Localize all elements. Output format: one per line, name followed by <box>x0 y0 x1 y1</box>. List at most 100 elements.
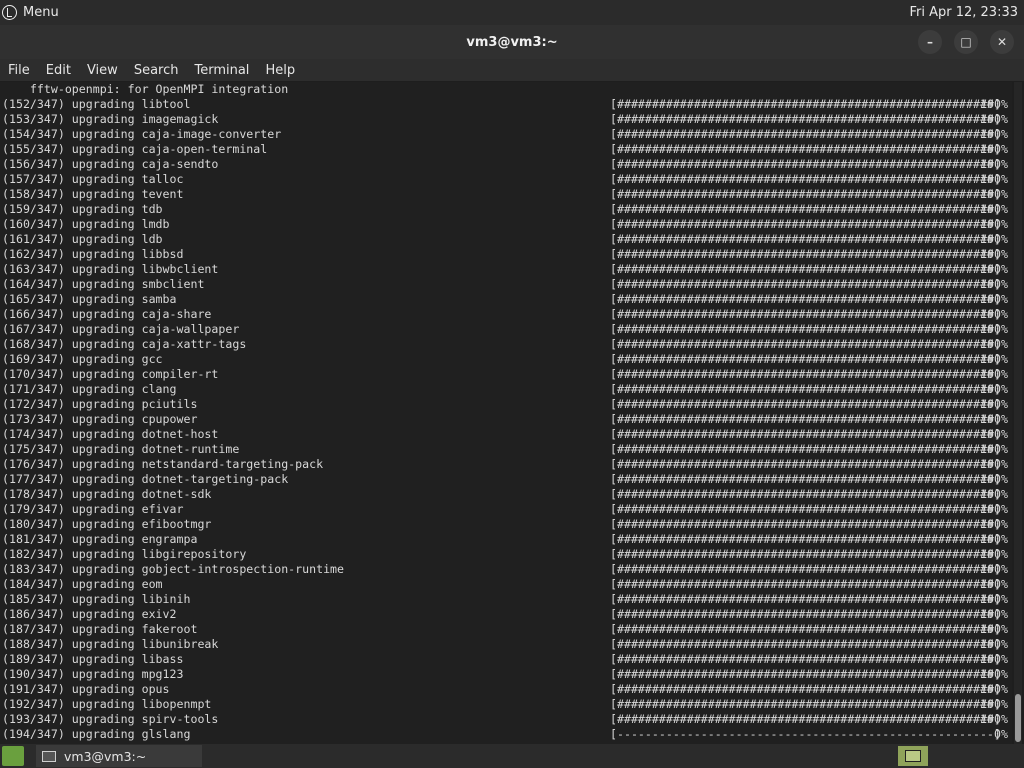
progress-percent: 100% <box>980 292 1008 306</box>
package-label: (152/347) upgrading libtool <box>2 97 191 111</box>
terminal-line: (173/347) upgrading cpupower [###########… <box>0 412 1012 427</box>
terminal-line: (176/347) upgrading netstandard-targetin… <box>0 457 1012 472</box>
progress-percent: 100% <box>980 592 1008 606</box>
progress-percent: 100% <box>980 427 1008 441</box>
workspace-switcher[interactable] <box>898 746 928 766</box>
menu-button[interactable]: Menu <box>0 5 59 20</box>
terminal-line: (160/347) upgrading lmdb [###############… <box>0 217 1012 232</box>
progress-percent: 100% <box>980 547 1008 561</box>
terminal-line: (155/347) upgrading caja-open-terminal [#… <box>0 142 1012 157</box>
package-label: (160/347) upgrading lmdb <box>2 217 170 231</box>
progress-bar-text: [#######################################… <box>610 532 1001 546</box>
progress-bar-text: [#######################################… <box>610 277 1001 291</box>
progress-bar-text: [#######################################… <box>610 127 1001 141</box>
progress-bar-text: [#######################################… <box>610 712 1001 726</box>
progress-bar-text: [#######################################… <box>610 142 1001 156</box>
terminal-line: (178/347) upgrading dotnet-sdk [#########… <box>0 487 1012 502</box>
clock[interactable]: Fri Apr 12, 23:33 <box>909 5 1024 20</box>
progress-percent: 100% <box>980 412 1008 426</box>
menu-help[interactable]: Help <box>257 63 303 78</box>
progress-percent: 100% <box>980 637 1008 651</box>
package-label: (153/347) upgrading imagemagick <box>2 112 219 126</box>
progress-bar-text: [#######################################… <box>610 682 1001 696</box>
terminal-output[interactable]: fftw-openmpi: for OpenMPI integration (1… <box>0 82 1012 744</box>
progress-percent: 100% <box>980 337 1008 351</box>
progress-percent: 100% <box>980 577 1008 591</box>
progress-bar-text: [#######################################… <box>610 427 1001 441</box>
package-label: (187/347) upgrading fakeroot <box>2 622 198 636</box>
maximize-button[interactable]: □ <box>954 30 978 54</box>
package-label: (180/347) upgrading efibootmgr <box>2 517 212 531</box>
minimize-button[interactable]: – <box>918 30 942 54</box>
terminal-window-icon <box>42 750 56 762</box>
taskbar-window-button[interactable]: vm3@vm3:~ <box>36 745 202 767</box>
progress-percent: 100% <box>980 472 1008 486</box>
terminal-line: (170/347) upgrading compiler-rt [########… <box>0 367 1012 382</box>
package-label: (191/347) upgrading opus <box>2 682 170 696</box>
progress-percent: 100% <box>980 397 1008 411</box>
progress-percent: 100% <box>980 442 1008 456</box>
progress-bar-text: [#######################################… <box>610 577 1001 591</box>
progress-percent: 100% <box>980 187 1008 201</box>
progress-bar-text: [#######################################… <box>610 412 1001 426</box>
progress-percent: 100% <box>980 502 1008 516</box>
package-label: (155/347) upgrading caja-open-terminal <box>2 142 268 156</box>
terminal-line: (185/347) upgrading libinih [############… <box>0 592 1012 607</box>
progress-percent: 100% <box>980 382 1008 396</box>
window-titlebar[interactable]: vm3@vm3:~ – □ ✕ <box>0 25 1024 59</box>
terminal-line: (175/347) upgrading dotnet-runtime [#####… <box>0 442 1012 457</box>
terminal-menubar: File Edit View Search Terminal Help <box>0 59 1024 81</box>
progress-percent: 100% <box>980 532 1008 546</box>
scrollbar-thumb[interactable] <box>1015 694 1021 742</box>
terminal-line: (182/347) upgrading libgirepository [####… <box>0 547 1012 562</box>
package-label: (175/347) upgrading dotnet-runtime <box>2 442 240 456</box>
package-label: (192/347) upgrading libopenmpt <box>2 697 212 711</box>
package-label: (167/347) upgrading caja-wallpaper <box>2 322 240 336</box>
progress-bar-text: [#######################################… <box>610 502 1001 516</box>
progress-bar-text: [#######################################… <box>610 172 1001 186</box>
package-label: (157/347) upgrading talloc <box>2 172 184 186</box>
menu-view[interactable]: View <box>79 63 126 78</box>
terminal-line: (183/347) upgrading gobject-introspectio… <box>0 562 1012 577</box>
menu-terminal[interactable]: Terminal <box>186 63 257 78</box>
menu-search[interactable]: Search <box>126 63 187 78</box>
progress-bar-text: [#######################################… <box>610 397 1001 411</box>
progress-percent: 100% <box>980 217 1008 231</box>
menu-file[interactable]: File <box>0 63 38 78</box>
terminal-scrollbar[interactable] <box>1014 82 1022 744</box>
window-title: vm3@vm3:~ <box>466 34 558 50</box>
progress-bar-text: [#######################################… <box>610 292 1001 306</box>
show-desktop-icon[interactable] <box>2 746 24 766</box>
terminal-line: (152/347) upgrading libtool [############… <box>0 97 1012 112</box>
terminal-line: (164/347) upgrading smbclient [##########… <box>0 277 1012 292</box>
package-label: (165/347) upgrading samba <box>2 292 177 306</box>
package-label: (169/347) upgrading gcc <box>2 352 163 366</box>
terminal-line: (165/347) upgrading samba [##############… <box>0 292 1012 307</box>
progress-bar-text: [#######################################… <box>610 322 1001 336</box>
menu-edit[interactable]: Edit <box>38 63 79 78</box>
terminal-line: (168/347) upgrading caja-xattr-tags [####… <box>0 337 1012 352</box>
close-button[interactable]: ✕ <box>990 30 1014 54</box>
terminal-line: (156/347) upgrading caja-sendto [########… <box>0 157 1012 172</box>
progress-bar-text: [#######################################… <box>610 352 1001 366</box>
package-label: (177/347) upgrading dotnet-targeting-pac… <box>2 472 289 486</box>
menu-label: Menu <box>23 5 59 20</box>
package-label: (159/347) upgrading tdb <box>2 202 163 216</box>
package-label: (170/347) upgrading compiler-rt <box>2 367 219 381</box>
progress-bar-text: [#######################################… <box>610 652 1001 666</box>
progress-percent: 0% <box>994 727 1008 741</box>
terminal-line: (167/347) upgrading caja-wallpaper [#####… <box>0 322 1012 337</box>
progress-percent: 100% <box>980 172 1008 186</box>
package-label: (189/347) upgrading libass <box>2 652 184 666</box>
progress-percent: 100% <box>980 667 1008 681</box>
terminal-line: fftw-openmpi: for OpenMPI integration <box>0 82 1012 97</box>
progress-bar-text: [#######################################… <box>610 472 1001 486</box>
terminal-line: (177/347) upgrading dotnet-targeting-pac… <box>0 472 1012 487</box>
progress-percent: 100% <box>980 97 1008 111</box>
terminal-line: (163/347) upgrading libwbclient [########… <box>0 262 1012 277</box>
package-label: (182/347) upgrading libgirepository <box>2 547 247 561</box>
progress-bar-text: [#######################################… <box>610 262 1001 276</box>
progress-percent: 100% <box>980 127 1008 141</box>
progress-percent: 100% <box>980 262 1008 276</box>
progress-percent: 100% <box>980 322 1008 336</box>
